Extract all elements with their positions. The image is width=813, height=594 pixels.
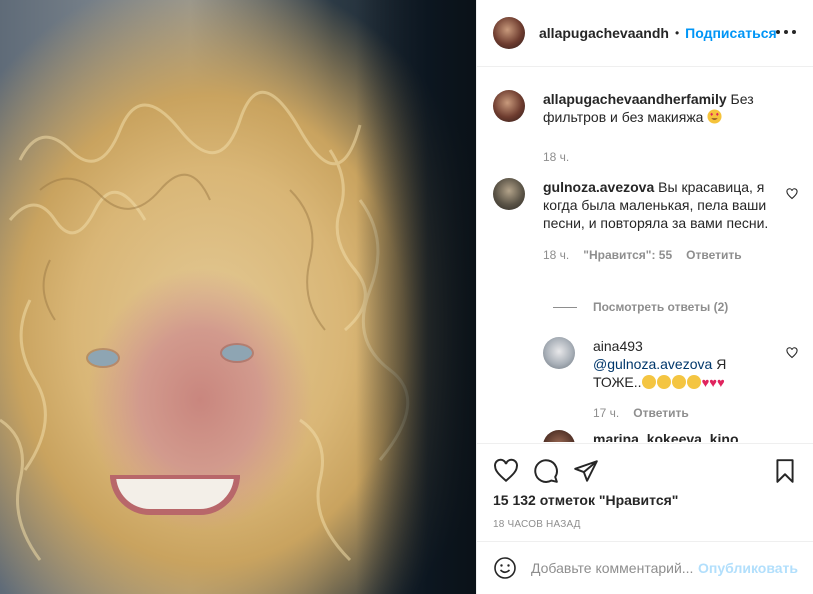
reply-button[interactable]: Ответить [686,246,741,264]
post-header: allapugachevaandh • Подписаться [477,0,813,67]
post-time: 18 ЧАСОВ НАЗАД [493,519,581,530]
divider-line [553,306,577,308]
caption-avatar[interactable] [493,90,525,122]
comment-input[interactable] [531,560,696,576]
reply: aina493 @gulnoza.avezova Я ТОЖЕ.. ♥♥♥ 17 … [543,337,798,422]
add-comment-bar: Опубликовать [477,541,813,594]
paper-plane-icon[interactable] [573,458,599,484]
bookmark-icon[interactable] [772,458,798,484]
comment-meta: 18 ч. "Нравится": 55 Ответить [543,246,774,264]
caption-time: 18 ч. [543,150,570,164]
reply-button[interactable]: Ответить [633,404,688,422]
reply-time: 17 ч. [593,406,620,420]
comment-time: 18 ч. [543,248,570,262]
comments-list[interactable]: allapugachevaandherfamily Без фильтров и… [477,68,813,442]
commenter-avatar[interactable] [493,178,525,210]
partial-comment-username[interactable]: marina_kokeeva_kino [593,431,739,442]
instagram-post: allapugachevaandh • Подписаться allapuga… [0,0,813,594]
reply-username[interactable]: aina493 [593,338,643,354]
publish-button[interactable]: Опубликовать [698,560,798,576]
eye [222,345,252,361]
eye [88,350,118,366]
follow-button[interactable]: Подписаться [685,25,777,41]
reply-mention[interactable]: @gulnoza.avezova [593,356,712,372]
commenter-username[interactable]: gulnoza.avezova [543,179,654,195]
likes-count[interactable]: 15 132 отметок "Нравится" [493,492,678,508]
clapping-hands-emoji-icon [641,374,702,390]
comment-bubble-icon[interactable] [533,458,559,484]
emoji-smiley-icon[interactable] [493,556,517,580]
author-username[interactable]: allapugachevaandh [539,25,669,41]
author-avatar[interactable] [493,17,525,49]
partial-comment: marina_kokeeva_kino [543,430,798,442]
caption-username[interactable]: allapugachevaandherfamily [543,91,727,107]
comment-like-heart-icon[interactable] [786,188,798,200]
post-side-panel: allapugachevaandh • Подписаться allapuga… [476,0,813,594]
heart-outline-icon[interactable] [493,458,519,484]
reply-meta: 17 ч. Ответить [593,404,774,422]
comment-likes[interactable]: "Нравится": 55 [583,246,672,264]
header-separator: • [674,26,680,40]
reply-like-heart-icon[interactable] [786,347,798,359]
caption-meta: 18 ч. [543,148,798,166]
caption: allapugachevaandherfamily Без фильтров и… [493,90,798,166]
comment: gulnoza.avezova Вы красавица, я когда бы… [493,178,798,264]
dark-background [356,0,476,594]
view-replies-button[interactable]: Посмотреть ответы (2) [553,300,728,314]
view-replies-label: Посмотреть ответы (2) [593,300,729,314]
reply-avatar[interactable] [543,337,575,369]
more-options-icon[interactable] [776,22,796,42]
post-photo[interactable] [0,0,476,594]
smile [110,475,240,515]
partial-comment-avatar[interactable] [543,430,575,442]
heart-eyes-emoji-icon [707,109,722,125]
red-heart-emoji-icon: ♥♥♥ [701,375,725,390]
post-actions: 15 132 отметок "Нравится" 18 ЧАСОВ НАЗАД [477,443,813,541]
